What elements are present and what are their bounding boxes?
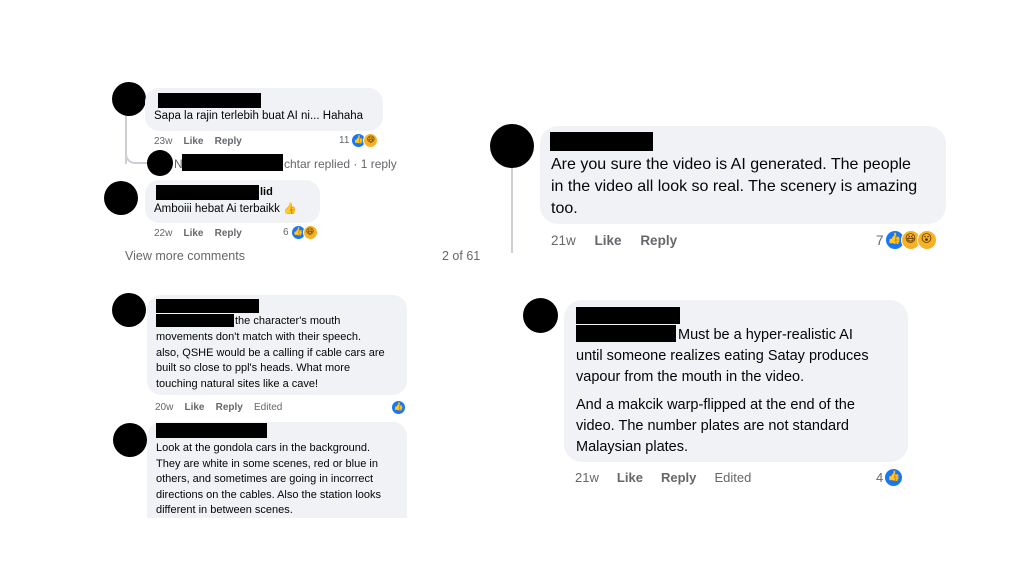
comment-bubble: the character's mouth movements don't ma… — [147, 295, 407, 395]
reaction-count: 7 — [876, 232, 884, 248]
avatar[interactable] — [112, 293, 146, 327]
haha-reaction-icon: 😆 — [302, 225, 318, 240]
comment-text: And a makcik warp-flipped at the end of … — [576, 397, 855, 455]
comment-text: Are you sure the video is AI generated. … — [551, 156, 918, 217]
avatar[interactable] — [112, 82, 146, 116]
comment-time[interactable]: 22w — [154, 228, 172, 239]
redacted-name — [156, 185, 259, 200]
comment-meta: 20w Like Reply Edited — [155, 402, 282, 413]
hand-emoji-icon: 👍 — [283, 203, 297, 215]
comment-bubble: Sapa la rajin terlebih buat AI ni... Hah… — [145, 88, 383, 131]
comment-time[interactable]: 23w — [154, 136, 172, 147]
reply-link[interactable]: Reply — [215, 136, 242, 147]
comment-meta: 23w Like Reply — [154, 136, 242, 147]
edited-label[interactable]: Edited — [254, 402, 282, 413]
avatar[interactable] — [104, 181, 138, 215]
like-link[interactable]: Like — [183, 136, 203, 147]
avatar[interactable] — [147, 150, 173, 176]
thread-line — [511, 165, 513, 253]
reaction-count: 4 — [876, 470, 884, 485]
reaction-count: 11 — [339, 135, 350, 146]
comment-meta: 21w Like Reply Edited — [575, 470, 751, 485]
reaction-summary[interactable]: 6 👍 😆 — [283, 225, 318, 240]
like-reaction-icon: 👍 — [884, 468, 904, 487]
reply-link[interactable]: Reply — [215, 228, 242, 239]
redacted-text — [576, 325, 676, 342]
haha-reaction-icon: 😆 — [363, 133, 379, 148]
avatar[interactable] — [113, 423, 147, 457]
redacted-name — [156, 423, 267, 438]
commenter-name[interactable]: lid — [260, 186, 273, 198]
reply-link[interactable]: Reply — [216, 402, 243, 413]
like-link[interactable]: Like — [595, 233, 622, 248]
redacted-name — [182, 154, 283, 171]
avatar[interactable] — [523, 298, 558, 333]
redacted-name — [576, 307, 680, 324]
reply-link[interactable]: Reply — [661, 470, 696, 485]
like-reaction-icon: 👍 — [391, 400, 406, 415]
comment-text: the character's mouth — [235, 315, 341, 327]
reaction-summary[interactable]: 👍 — [391, 400, 406, 415]
comment-text: movements don't match with their speech.… — [156, 331, 385, 390]
comment-text: Amboiii hebat Ai terbaikk 👍 — [154, 203, 297, 215]
comment-bubble: Are you sure the video is AI generated. … — [540, 126, 946, 224]
comment-meta: 22w Like Reply — [154, 228, 242, 239]
redacted-text — [156, 314, 234, 327]
like-link[interactable]: Like — [184, 402, 204, 413]
reaction-summary[interactable]: 4 👍 — [876, 468, 904, 487]
comment-time[interactable]: 21w — [575, 470, 599, 485]
edited-label[interactable]: Edited — [714, 470, 751, 485]
replies-count[interactable]: chtar replied · 1 reply — [284, 157, 397, 171]
comment-bubble: Must be a hyper-realistic AI until someo… — [564, 300, 908, 462]
avatar[interactable] — [490, 124, 534, 168]
thread-branch — [125, 140, 149, 164]
redacted-name — [550, 132, 653, 151]
like-link[interactable]: Like — [183, 228, 203, 239]
comment-page-count: 2 of 61 — [442, 249, 481, 263]
comment-time[interactable]: 20w — [155, 402, 173, 413]
comment-meta: 21w Like Reply — [551, 233, 677, 248]
comment-text: Look at the gondola cars in the backgrou… — [156, 442, 382, 516]
reaction-count: 6 — [283, 227, 289, 238]
redacted-name — [158, 93, 261, 108]
comment-text: Sapa la rajin terlebih buat AI ni... Hah… — [154, 110, 364, 122]
comment-time[interactable]: 21w — [551, 233, 576, 248]
reaction-summary[interactable]: 7 👍 😆 😮 — [876, 230, 937, 250]
comment-text: Must be a hyper-realistic AI — [678, 327, 853, 343]
comment-text: until someone realizes eating Satay prod… — [576, 348, 869, 385]
wow-reaction-icon: 😮 — [916, 230, 937, 250]
reply-link[interactable]: Reply — [640, 233, 677, 248]
redacted-name — [156, 299, 259, 313]
like-link[interactable]: Like — [617, 470, 643, 485]
view-more-comments-link[interactable]: View more comments — [125, 249, 245, 263]
comment-bubble: lid Amboiii hebat Ai terbaikk 👍 — [145, 180, 320, 223]
comment-bubble: Look at the gondola cars in the backgrou… — [147, 422, 407, 518]
reaction-summary[interactable]: 11 👍 😆 — [339, 133, 379, 148]
